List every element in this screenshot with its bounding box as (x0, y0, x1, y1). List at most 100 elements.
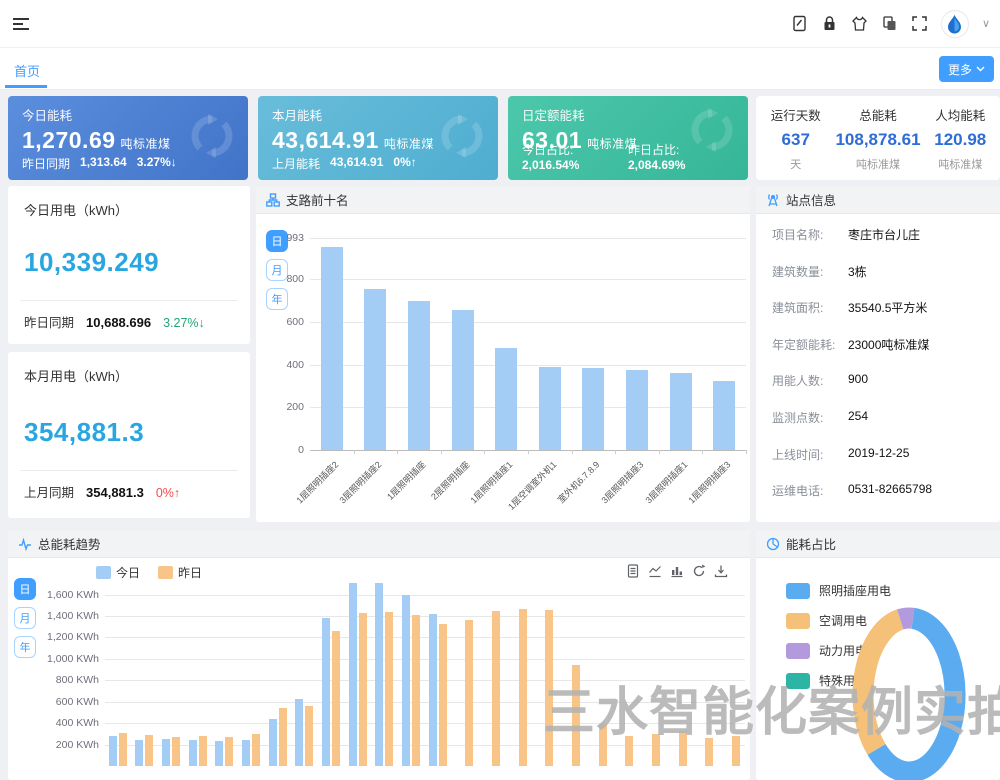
trend-bar-yesterday (599, 724, 607, 766)
site-info-label: 年定额能耗: (772, 336, 848, 353)
topbar-icon-group: ∨ (791, 10, 990, 38)
trend-bar-yesterday (279, 708, 287, 766)
tab-active-underline (5, 85, 47, 88)
trend-bar-today (215, 741, 223, 766)
branch-bar (582, 368, 604, 450)
trend-bar-yesterday (679, 731, 687, 766)
legend-label: 昨日 (178, 564, 202, 581)
legend-label: 今日 (116, 564, 140, 581)
branch-bar (408, 301, 430, 450)
waterdrop-logo[interactable] (941, 10, 969, 38)
trend-bar-today (242, 740, 250, 766)
trend-bar-today (295, 699, 303, 766)
kpi-card-today-energy: 今日能耗 1,270.69吨标准煤 昨日同期 1,313.64 3.27%↓ (8, 96, 248, 180)
trend-bar-today (162, 739, 170, 766)
menu-toggle-icon[interactable] (10, 13, 32, 35)
trend-bar-yesterday (705, 738, 713, 766)
site-info-value: 254 (848, 409, 868, 426)
fullscreen-icon[interactable] (911, 15, 928, 32)
tab-home[interactable]: 首页 (14, 61, 40, 80)
x-axis-tick (441, 450, 442, 454)
lock-icon[interactable] (821, 15, 838, 32)
y-axis-tick-label: 200 (270, 401, 304, 413)
y-axis-tick-label: 0 (270, 444, 304, 456)
download-icon[interactable] (714, 564, 728, 578)
y-axis-tick-label: 400 KWh (33, 717, 99, 729)
panel-title: 站点信息 (786, 190, 836, 209)
y-axis-tick-label: 1,000 KWh (33, 653, 99, 665)
edit-note-icon[interactable] (791, 15, 808, 32)
legend-item-今日[interactable]: 今日 (96, 564, 140, 581)
y-axis-tick-label: 993 (270, 232, 304, 244)
stat-total-energy: 总能耗 108,878.61 吨标准煤 (835, 96, 920, 180)
site-info-label: 用能人数: (772, 372, 848, 389)
x-axis-tick (702, 450, 703, 454)
y-axis-tick-label: 800 (270, 273, 304, 285)
kpi-sub-value: 1,313.64 (80, 155, 127, 172)
trend-bar-today (322, 618, 330, 766)
x-axis-tick (572, 450, 573, 454)
stat-running-days: 运行天数 637 天 (756, 96, 835, 180)
refresh-icon[interactable] (692, 564, 706, 578)
kpi-sub-value: 43,614.91 (330, 155, 383, 172)
trend-bar-yesterday (492, 611, 500, 766)
more-button[interactable]: 更多 (939, 56, 994, 82)
x-axis-tick (397, 450, 398, 454)
site-info-label: 运维电话: (772, 482, 848, 499)
card-value: 10,339.249 (24, 247, 234, 278)
trend-bar-yesterday (439, 624, 447, 766)
branch-top10-panel: 支路前十名 日月年 02004006008009931层照明插座23层照明插座2… (256, 186, 750, 522)
x-axis-tick (528, 450, 529, 454)
energy-ratio-donut-chart (756, 558, 1000, 780)
y-axis-tick-label: 200 KWh (33, 739, 99, 751)
copy-icon[interactable] (881, 15, 898, 32)
site-info-row: 项目名称:枣庄市台儿庄 (772, 226, 990, 243)
branch-bar (626, 370, 648, 450)
trend-bar-yesterday (572, 665, 580, 766)
bar-chart-icon[interactable] (670, 564, 684, 578)
tab-bar: 首页 更多 (0, 48, 1000, 90)
trend-bar-yesterday (625, 736, 633, 766)
legend-item-昨日[interactable]: 昨日 (158, 564, 202, 581)
site-info-row: 监测点数:254 (772, 409, 990, 426)
chevron-down-icon[interactable]: ∨ (982, 17, 990, 30)
compare-pct: 3.27%↓ (163, 316, 205, 330)
y-axis-tick-label: 400 (270, 359, 304, 371)
data-view-icon[interactable] (626, 564, 640, 578)
trend-bar-today (349, 583, 357, 766)
recycle-icon (436, 110, 488, 162)
trend-bar-today (429, 614, 437, 766)
legend-swatch (96, 566, 111, 579)
y-axis-tick-label: 1,200 KWh (33, 631, 99, 643)
pie-chart-icon (766, 537, 780, 551)
signal-tower-icon (766, 193, 780, 207)
kpi-sub-label: 昨日同期 (22, 155, 70, 172)
trend-bar-yesterday (332, 631, 340, 766)
kpi-sub-label: 上月能耗 (272, 155, 320, 172)
kpi-pct: 3.27%↓ (137, 155, 177, 172)
x-axis-tick (354, 450, 355, 454)
period-button-年[interactable]: 年 (266, 288, 288, 310)
site-info-row: 建筑数量:3栋 (772, 263, 990, 280)
donut-segment-ac (863, 619, 900, 749)
compare-value: 10,688.696 (86, 315, 151, 330)
energy-trend-panel: 总能耗趋势 今日昨日 日月年 200 KWh400 KWh600 KWh800 … (8, 530, 750, 780)
branch-bar (539, 367, 561, 450)
card-title: 本月用电（kWh） (24, 366, 234, 385)
branch-bar (364, 289, 386, 450)
shirt-icon[interactable] (851, 15, 868, 32)
site-info-label: 建筑数量: (772, 263, 848, 280)
trend-bar-yesterday (385, 612, 393, 766)
branch-bar (670, 373, 692, 450)
panel-title: 总能耗趋势 (38, 534, 101, 553)
trend-bar-yesterday (225, 737, 233, 766)
recycle-icon (686, 104, 738, 156)
site-info-value: 23000吨标准煤 (848, 336, 929, 353)
site-info-panel: 站点信息 项目名称:枣庄市台儿庄建筑数量:3栋建筑面积:35540.5平方米年定… (756, 186, 1000, 522)
branch-bar (452, 310, 474, 450)
x-axis-tick (615, 450, 616, 454)
compare-label: 上月同期 (24, 482, 74, 501)
line-chart-icon[interactable] (648, 564, 662, 578)
trend-bar-today (375, 583, 383, 766)
trend-bar-yesterday (119, 733, 127, 766)
